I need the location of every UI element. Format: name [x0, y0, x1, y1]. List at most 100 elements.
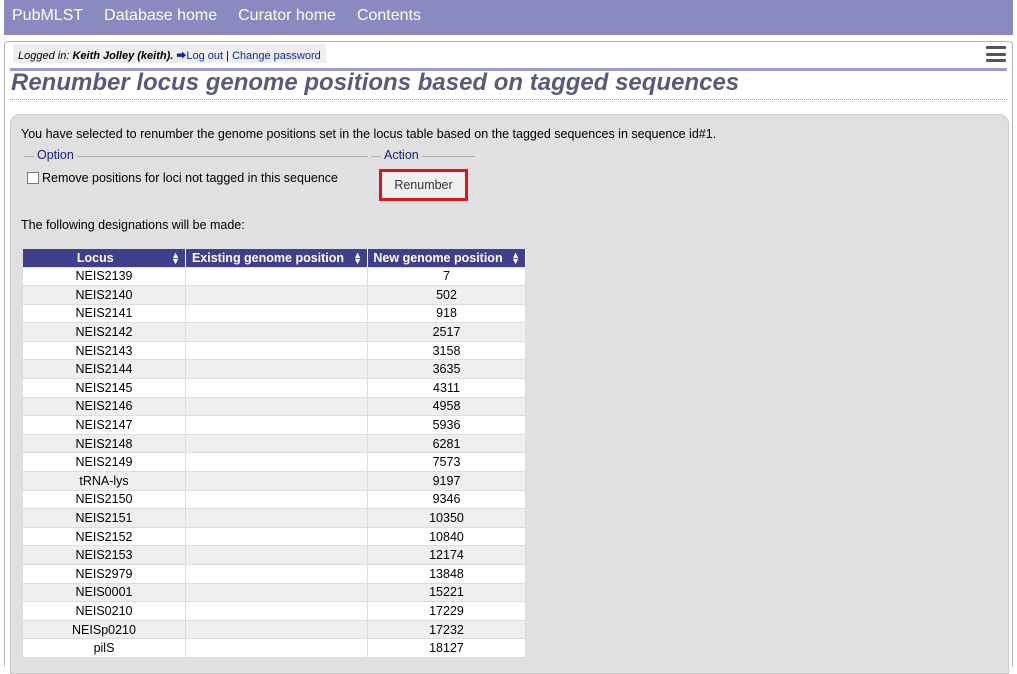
cell-locus: NEIS2139: [22, 266, 186, 287]
logout-icon[interactable]: ⮕: [176, 51, 186, 62]
column-header-new-position-label: New genome position: [373, 250, 503, 265]
cell-existing-position: [185, 638, 368, 658]
renumber-button[interactable]: Renumber: [379, 169, 468, 201]
cell-new-position: 5936: [367, 415, 526, 435]
cell-existing-position: [185, 601, 368, 621]
sort-icon[interactable]: ▲ ▼: [171, 251, 180, 266]
login-status: Logged in: Keith Jolley (keith). ⮕Log ou…: [13, 44, 326, 63]
column-header-new-position[interactable]: New genome position ▲ ▼: [367, 249, 526, 267]
option-legend: Option: [34, 148, 77, 162]
cell-existing-position: [185, 508, 368, 528]
nav-link-database-home[interactable]: Database home: [104, 7, 217, 25]
cell-existing-position: [185, 582, 368, 603]
cell-locus: NEIS2152: [22, 526, 186, 547]
cell-existing-position: [185, 415, 368, 435]
table-row: NEIS2139 7: [22, 266, 526, 287]
table-row: NEIS2143 3158: [22, 340, 526, 361]
remove-positions-row: Remove positions for loci not tagged in …: [27, 171, 338, 185]
hamburger-menu-icon[interactable]: [986, 45, 1006, 63]
table-body: NEIS2139 7 NEIS2140 502 NEIS2141 918 NEIS2142 2…: [22, 266, 526, 658]
logged-in-user: Keith Jolley (keith).: [72, 50, 174, 62]
remove-positions-label[interactable]: Remove positions for loci not tagged in …: [42, 171, 338, 185]
sort-icon[interactable]: ▲ ▼: [353, 251, 362, 266]
logged-in-label: Logged in:: [18, 50, 70, 62]
cell-existing-position: [185, 619, 368, 640]
nav-link-curator-home[interactable]: Curator home: [238, 7, 336, 25]
table-row: NEIS2149 7573: [22, 452, 526, 473]
cell-existing-position: [185, 396, 368, 417]
table-row: NEIS2141 918: [22, 303, 526, 324]
cell-locus: NEIS2142: [22, 322, 186, 342]
cell-new-position: 7: [367, 266, 526, 287]
cell-new-position: 10840: [367, 526, 526, 547]
cell-existing-position: [185, 471, 368, 491]
table-row: pilS 18127: [22, 638, 526, 658]
cell-locus: NEIS0001: [22, 582, 186, 603]
cell-new-position: 4311: [367, 378, 526, 398]
designations-text: The following designations will be made:: [21, 218, 245, 232]
table-row: NEISp0210 17232: [22, 619, 526, 640]
cell-existing-position: [185, 452, 368, 473]
table-row: NEIS2151 10350: [22, 508, 526, 528]
cell-existing-position: [185, 266, 368, 287]
cell-new-position: 9346: [367, 489, 526, 510]
table-row: NEIS0210 17229: [22, 601, 526, 621]
sort-icon[interactable]: ▲ ▼: [511, 251, 520, 266]
cell-existing-position: [185, 433, 368, 454]
column-header-locus[interactable]: Locus ▲ ▼: [22, 249, 186, 267]
nav-link-pubmlst[interactable]: PubMLST: [12, 7, 83, 25]
cell-existing-position: [185, 489, 368, 510]
content-panel: You have selected to renumber the genome…: [10, 114, 1009, 674]
table-row: NEIS2144 3635: [22, 359, 526, 380]
column-header-existing-position-label: Existing genome position: [191, 250, 345, 265]
table-row: NEIS0001 15221: [22, 582, 526, 603]
cell-locus: pilS: [22, 638, 186, 658]
cell-locus: NEIS2143: [22, 340, 186, 361]
option-fieldset: Option Remove positions for loci not tag…: [24, 148, 368, 196]
cell-new-position: 9197: [367, 471, 526, 491]
cell-locus: NEIS0210: [22, 601, 186, 621]
cell-new-position: 7573: [367, 452, 526, 473]
cell-new-position: 12174: [367, 545, 526, 565]
page-title: Renumber locus genome positions based on…: [11, 69, 740, 96]
cell-locus: NEIS2146: [22, 396, 186, 417]
login-separator: |: [226, 50, 229, 62]
cell-existing-position: [185, 359, 368, 380]
cell-locus: NEIS2147: [22, 415, 186, 435]
table-row: NEIS2140 502: [22, 285, 526, 305]
cell-existing-position: [185, 303, 368, 324]
table-row: NEIS2147 5936: [22, 415, 526, 435]
cell-locus: NEIS2141: [22, 303, 186, 324]
cell-locus: NEIS2145: [22, 378, 186, 398]
cell-new-position: 6281: [367, 433, 526, 454]
cell-existing-position: [185, 285, 368, 305]
cell-locus: NEISp0210: [22, 619, 186, 640]
intro-text: You have selected to renumber the genome…: [21, 127, 717, 141]
cell-locus: NEIS2144: [22, 359, 186, 380]
cell-existing-position: [185, 322, 368, 342]
cell-locus: NEIS2140: [22, 285, 186, 305]
cell-new-position: 10350: [367, 508, 526, 528]
action-legend: Action: [381, 148, 422, 162]
cell-existing-position: [185, 378, 368, 398]
column-header-existing-position[interactable]: Existing genome position ▲ ▼: [185, 249, 368, 267]
cell-locus: NEIS2153: [22, 545, 186, 565]
cell-new-position: 2517: [367, 322, 526, 342]
cell-new-position: 4958: [367, 396, 526, 417]
cell-existing-position: [185, 564, 368, 584]
action-fieldset: Action Renumber: [371, 148, 475, 204]
cell-locus: tRNA-lys: [22, 471, 186, 491]
table-row: NEIS2150 9346: [22, 489, 526, 510]
remove-positions-checkbox[interactable]: [27, 172, 39, 184]
nav-link-contents[interactable]: Contents: [357, 7, 421, 25]
change-password-link[interactable]: Change password: [232, 50, 321, 62]
logout-link[interactable]: Log out: [186, 50, 223, 62]
cell-locus: NEIS2149: [22, 452, 186, 473]
cell-new-position: 918: [367, 303, 526, 324]
cell-existing-position: [185, 340, 368, 361]
table-row: NEIS2148 6281: [22, 433, 526, 454]
cell-new-position: 3158: [367, 340, 526, 361]
column-header-locus-label: Locus: [76, 250, 114, 265]
cell-new-position: 13848: [367, 564, 526, 584]
cell-new-position: 15221: [367, 582, 526, 603]
